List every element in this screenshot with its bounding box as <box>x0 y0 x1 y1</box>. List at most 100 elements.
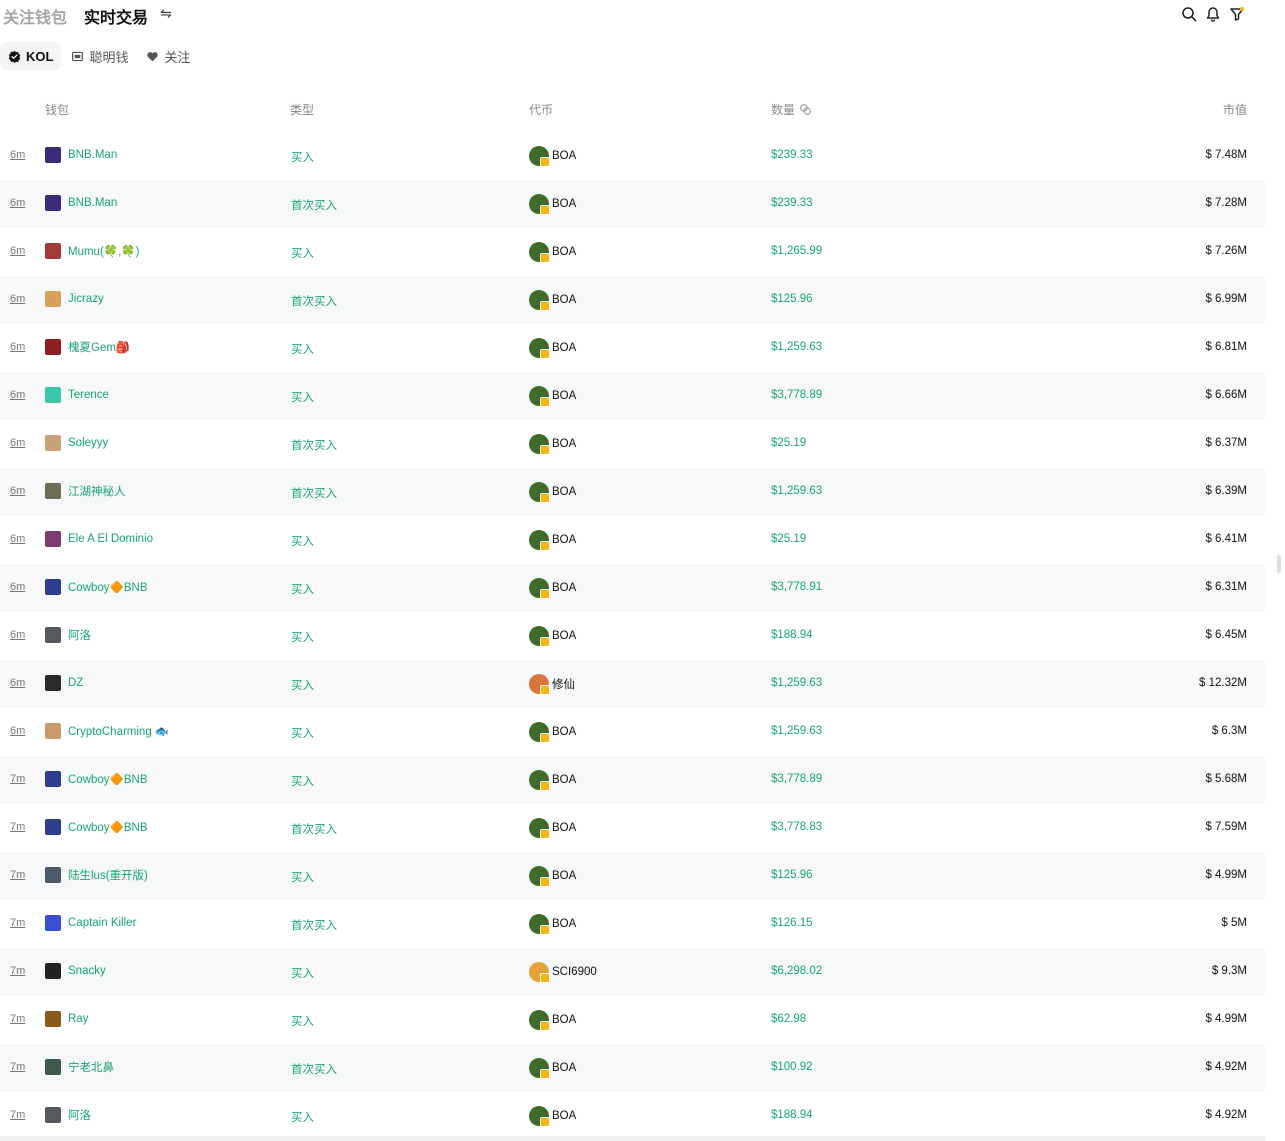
scroll-thumb[interactable] <box>1277 555 1281 573</box>
token-symbol[interactable]: BOA <box>552 486 576 498</box>
table-row[interactable]: 6m BNB.Man 首次买入 BOA $239.33 $ 7.28M <box>0 180 1265 228</box>
wallet-cell[interactable]: Captain Killer <box>45 915 136 931</box>
token-symbol[interactable]: BOA <box>552 630 576 642</box>
table-row[interactable]: 7m 宁老北鼻 首次买入 BOA $100.92 $ 4.92M <box>0 1044 1265 1092</box>
table-row[interactable]: 7m Ray 买入 BOA $62.98 $ 4.99M <box>0 996 1265 1044</box>
wallet-cell[interactable]: DZ <box>45 675 83 691</box>
table-row[interactable]: 7m Captain Killer 首次买入 BOA $126.15 $ 5M <box>0 900 1265 948</box>
trade-time[interactable]: 6m <box>10 725 25 737</box>
wallet-cell[interactable]: Terence <box>45 387 109 403</box>
wallet-name[interactable]: 槐夏Gem🎒 <box>68 339 130 355</box>
token-symbol[interactable]: SCI6900 <box>552 966 597 978</box>
wallet-cell[interactable]: Cowboy🔶BNB <box>45 771 148 787</box>
table-row[interactable]: 6m 槐夏Gem🎒 买入 BOA $1,259.63 $ 6.81M <box>0 324 1265 372</box>
token-symbol[interactable]: BOA <box>552 1110 576 1122</box>
trade-time[interactable]: 6m <box>10 341 25 353</box>
table-row[interactable]: 7m Cowboy🔶BNB 首次买入 BOA $3,778.83 $ 7.59M <box>0 804 1265 852</box>
table-row[interactable]: 6m BNB.Man 买入 BOA $239.33 $ 7.48M <box>0 132 1265 180</box>
table-row[interactable]: 6m CryptoCharming 🐟 买入 BOA $1,259.63 $ 6… <box>0 708 1265 756</box>
trade-time[interactable]: 6m <box>10 293 25 305</box>
token-symbol[interactable]: BOA <box>552 870 576 882</box>
wallet-cell[interactable]: Cowboy🔶BNB <box>45 579 148 595</box>
coins-icon[interactable] <box>799 103 812 116</box>
token-symbol[interactable]: BOA <box>552 582 576 594</box>
swap-icon[interactable]: ⇋ <box>160 5 172 22</box>
token-cell[interactable]: BOA <box>529 530 576 551</box>
wallet-name[interactable]: BNB.Man <box>68 149 117 161</box>
table-row[interactable]: 6m 阿洛 买入 BOA $188.94 $ 6.45M <box>0 612 1265 660</box>
table-row[interactable]: 6m DZ 买入 修仙 $1,259.63 $ 12.32M <box>0 660 1265 708</box>
filter-kol[interactable]: KOL <box>0 42 62 70</box>
token-cell[interactable]: BOA <box>529 338 576 359</box>
wallet-cell[interactable]: 阿洛 <box>45 627 91 643</box>
wallet-cell[interactable]: BNB.Man <box>45 147 117 163</box>
tab-watch-wallets[interactable]: 关注钱包 <box>3 4 67 28</box>
filter-smart-money[interactable]: 聪明钱 <box>63 42 136 70</box>
table-row[interactable]: 7m 阿洛 买入 BOA $188.94 $ 4.92M <box>0 1092 1265 1140</box>
token-symbol[interactable]: BOA <box>552 390 576 402</box>
token-cell[interactable]: BOA <box>529 290 576 311</box>
table-row[interactable]: 6m Terence 买入 BOA $3,778.89 $ 6.66M <box>0 372 1265 420</box>
token-symbol[interactable]: BOA <box>552 1062 576 1074</box>
token-cell[interactable]: BOA <box>529 914 576 935</box>
table-row[interactable]: 7m Snacky 买入 SCI6900 $6,298.02 $ 9.3M <box>0 948 1265 996</box>
wallet-name[interactable]: Captain Killer <box>68 917 136 929</box>
wallet-name[interactable]: Cowboy🔶BNB <box>68 580 148 594</box>
table-row[interactable]: 6m Soleyyy 首次买入 BOA $25.19 $ 6.37M <box>0 420 1265 468</box>
token-cell[interactable]: BOA <box>529 578 576 599</box>
trade-time[interactable]: 6m <box>10 533 25 545</box>
wallet-name[interactable]: Snacky <box>68 965 106 977</box>
wallet-cell[interactable]: Ray <box>45 1011 88 1027</box>
token-symbol[interactable]: 修仙 <box>552 676 575 692</box>
token-cell[interactable]: BOA <box>529 722 576 743</box>
trade-time[interactable]: 7m <box>10 965 25 977</box>
token-cell[interactable]: BOA <box>529 386 576 407</box>
token-symbol[interactable]: BOA <box>552 198 576 210</box>
trade-time[interactable]: 6m <box>10 581 25 593</box>
trade-time[interactable]: 7m <box>10 917 25 929</box>
wallet-name[interactable]: Ray <box>68 1013 88 1025</box>
trade-time[interactable]: 7m <box>10 1061 25 1073</box>
token-symbol[interactable]: BOA <box>552 438 576 450</box>
token-cell[interactable]: BOA <box>529 1058 576 1079</box>
token-cell[interactable]: BOA <box>529 482 576 503</box>
token-cell[interactable]: BOA <box>529 818 576 839</box>
wallet-name[interactable]: 阿洛 <box>68 1107 91 1123</box>
wallet-cell[interactable]: Soleyyy <box>45 435 108 451</box>
token-symbol[interactable]: BOA <box>552 822 576 834</box>
trade-time[interactable]: 6m <box>10 245 25 257</box>
token-symbol[interactable]: BOA <box>552 726 576 738</box>
table-row[interactable]: 6m Ele A El Dominio 买入 BOA $25.19 $ 6.41… <box>0 516 1265 564</box>
trade-time[interactable]: 7m <box>10 1109 25 1121</box>
wallet-cell[interactable]: 阿洛 <box>45 1107 91 1123</box>
wallet-name[interactable]: Cowboy🔶BNB <box>68 772 148 786</box>
wallet-cell[interactable]: 槐夏Gem🎒 <box>45 339 130 355</box>
wallet-name[interactable]: CryptoCharming 🐟 <box>68 724 169 738</box>
wallet-cell[interactable]: BNB.Man <box>45 195 117 211</box>
bell-icon[interactable] <box>1205 6 1221 22</box>
wallet-name[interactable]: Cowboy🔶BNB <box>68 820 148 834</box>
token-cell[interactable]: BOA <box>529 1010 576 1031</box>
wallet-name[interactable]: BNB.Man <box>68 197 117 209</box>
table-row[interactable]: 6m Cowboy🔶BNB 买入 BOA $3,778.91 $ 6.31M <box>0 564 1265 612</box>
table-row[interactable]: 6m Jicrazy 首次买入 BOA $125.96 $ 6.99M <box>0 276 1265 324</box>
token-symbol[interactable]: BOA <box>552 150 576 162</box>
token-cell[interactable]: 修仙 <box>529 674 575 695</box>
table-row[interactable]: 6m 江湖神秘人 首次买入 BOA $1,259.63 $ 6.39M <box>0 468 1265 516</box>
trade-time[interactable]: 6m <box>10 389 25 401</box>
table-row[interactable]: 6m Mumu(🍀,🍀) 买入 BOA $1,265.99 $ 7.26M <box>0 228 1265 276</box>
token-cell[interactable]: BOA <box>529 1106 576 1127</box>
wallet-cell[interactable]: Ele A El Dominio <box>45 531 153 547</box>
search-icon[interactable] <box>1181 6 1197 22</box>
token-cell[interactable]: BOA <box>529 626 576 647</box>
filter-icon[interactable] <box>1229 6 1245 22</box>
trade-time[interactable]: 6m <box>10 437 25 449</box>
trade-time[interactable]: 6m <box>10 149 25 161</box>
token-cell[interactable]: BOA <box>529 434 576 455</box>
trade-time[interactable]: 7m <box>10 869 25 881</box>
scrollbar[interactable] <box>1265 0 1285 1141</box>
trade-time[interactable]: 6m <box>10 629 25 641</box>
wallet-name[interactable]: 江湖神秘人 <box>68 483 126 499</box>
wallet-name[interactable]: DZ <box>68 677 83 689</box>
wallet-name[interactable]: 阿洛 <box>68 627 91 643</box>
